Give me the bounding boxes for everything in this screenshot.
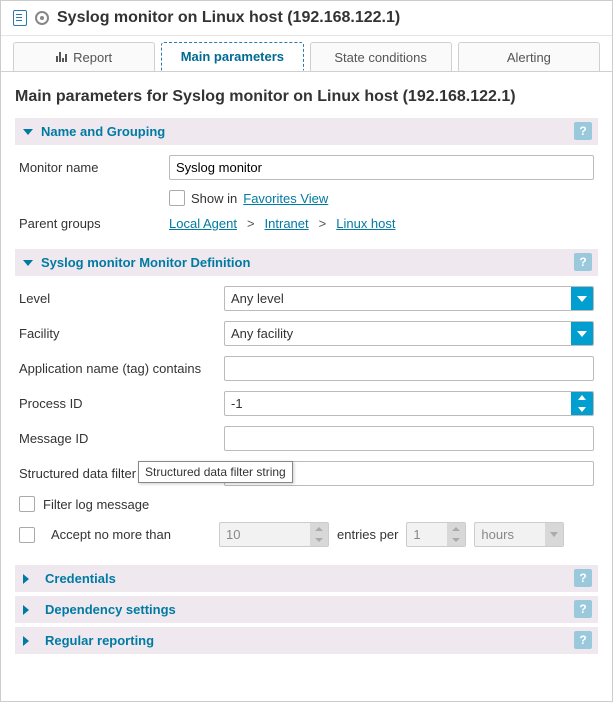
chevron-right-icon <box>23 605 29 615</box>
section-title: Regular reporting <box>45 633 154 648</box>
label-parent-groups: Parent groups <box>19 216 169 231</box>
tab-state-conditions[interactable]: State conditions <box>310 42 452 71</box>
tab-label: State conditions <box>334 50 427 65</box>
section-header-monitor-definition[interactable]: Syslog monitor Monitor Definition ? <box>15 249 598 276</box>
level-select[interactable]: Any level <box>224 286 594 311</box>
section-title: Syslog monitor Monitor Definition <box>41 255 250 270</box>
page-title: Syslog monitor on Linux host (192.168.12… <box>57 9 400 27</box>
breadcrumb: Local Agent > Intranet > Linux host <box>169 216 594 231</box>
section-title: Name and Grouping <box>41 124 165 139</box>
label-filter-log: Filter log message <box>43 497 149 512</box>
section-body-monitor-definition: Level Any level Facility Any facility Ap… <box>15 276 598 561</box>
monitor-name-input[interactable] <box>169 155 594 180</box>
filter-log-checkbox[interactable] <box>19 496 35 512</box>
gear-icon <box>35 11 49 25</box>
section-title: Credentials <box>45 571 116 586</box>
help-icon[interactable]: ? <box>574 122 592 140</box>
breadcrumb-link[interactable]: Local Agent <box>169 216 237 231</box>
dropdown-icon <box>571 287 593 310</box>
tab-report[interactable]: Report <box>13 42 155 71</box>
spinner-value: -1 <box>225 392 571 415</box>
section-header-credentials[interactable]: Credentials ? <box>15 565 598 592</box>
select-value: Any level <box>225 287 571 310</box>
content: Main parameters for Syslog monitor on Li… <box>1 72 612 664</box>
help-icon[interactable]: ? <box>574 631 592 649</box>
section-header-dependency[interactable]: Dependency settings ? <box>15 596 598 623</box>
breadcrumb-link[interactable]: Intranet <box>265 216 309 231</box>
bar-chart-icon <box>56 52 67 62</box>
accept-count-spinner: 10 <box>219 522 329 547</box>
label-msgid: Message ID <box>19 431 224 446</box>
section-body-name-grouping: Monitor name Show in Favorites View Pare… <box>15 145 598 245</box>
label-entries-per: entries per <box>337 527 398 542</box>
tab-label: Report <box>73 50 112 65</box>
interval-unit-select: hours <box>474 522 564 547</box>
help-icon[interactable]: ? <box>574 569 592 587</box>
label-monitor-name: Monitor name <box>19 160 169 175</box>
tab-alerting[interactable]: Alerting <box>458 42 600 71</box>
document-icon <box>13 10 27 26</box>
help-icon[interactable]: ? <box>574 253 592 271</box>
tab-label: Alerting <box>507 50 551 65</box>
label-facility: Facility <box>19 326 224 341</box>
tooltip: Structured data filter string <box>138 461 293 483</box>
label-accept-no-more: Accept no more than <box>51 527 211 542</box>
chevron-down-icon <box>23 260 33 266</box>
procid-spinner[interactable]: -1 <box>224 391 594 416</box>
tab-label: Main parameters <box>181 49 284 64</box>
interval-spinner: 1 <box>406 522 466 547</box>
chevron-right-icon <box>23 636 29 646</box>
label-appname: Application name (tag) contains <box>19 361 224 376</box>
label-procid: Process ID <box>19 396 224 411</box>
favorites-checkbox[interactable] <box>169 190 185 206</box>
chevron-down-icon <box>23 129 33 135</box>
spinner-buttons[interactable] <box>571 392 593 415</box>
label-level: Level <box>19 291 224 306</box>
facility-select[interactable]: Any facility <box>224 321 594 346</box>
label-show-in: Show in <box>191 191 237 206</box>
chevron-right-icon <box>23 574 29 584</box>
favorites-view-link[interactable]: Favorites View <box>243 191 328 206</box>
tab-main-parameters[interactable]: Main parameters <box>161 42 303 71</box>
appname-input[interactable] <box>224 356 594 381</box>
dropdown-icon <box>571 322 593 345</box>
tabs: Report Main parameters State conditions … <box>1 36 612 72</box>
section-header-reporting[interactable]: Regular reporting ? <box>15 627 598 654</box>
spinner-value: 1 <box>407 523 447 546</box>
select-value: hours <box>475 523 545 546</box>
breadcrumb-link[interactable]: Linux host <box>336 216 395 231</box>
accept-no-more-checkbox[interactable] <box>19 527 35 543</box>
page-heading: Main parameters for Syslog monitor on Li… <box>15 88 598 106</box>
select-value: Any facility <box>225 322 571 345</box>
help-icon[interactable]: ? <box>574 600 592 618</box>
titlebar: Syslog monitor on Linux host (192.168.12… <box>1 1 612 36</box>
spinner-value: 10 <box>220 523 310 546</box>
msgid-input[interactable] <box>224 426 594 451</box>
section-title: Dependency settings <box>45 602 176 617</box>
section-header-name-grouping[interactable]: Name and Grouping ? <box>15 118 598 145</box>
